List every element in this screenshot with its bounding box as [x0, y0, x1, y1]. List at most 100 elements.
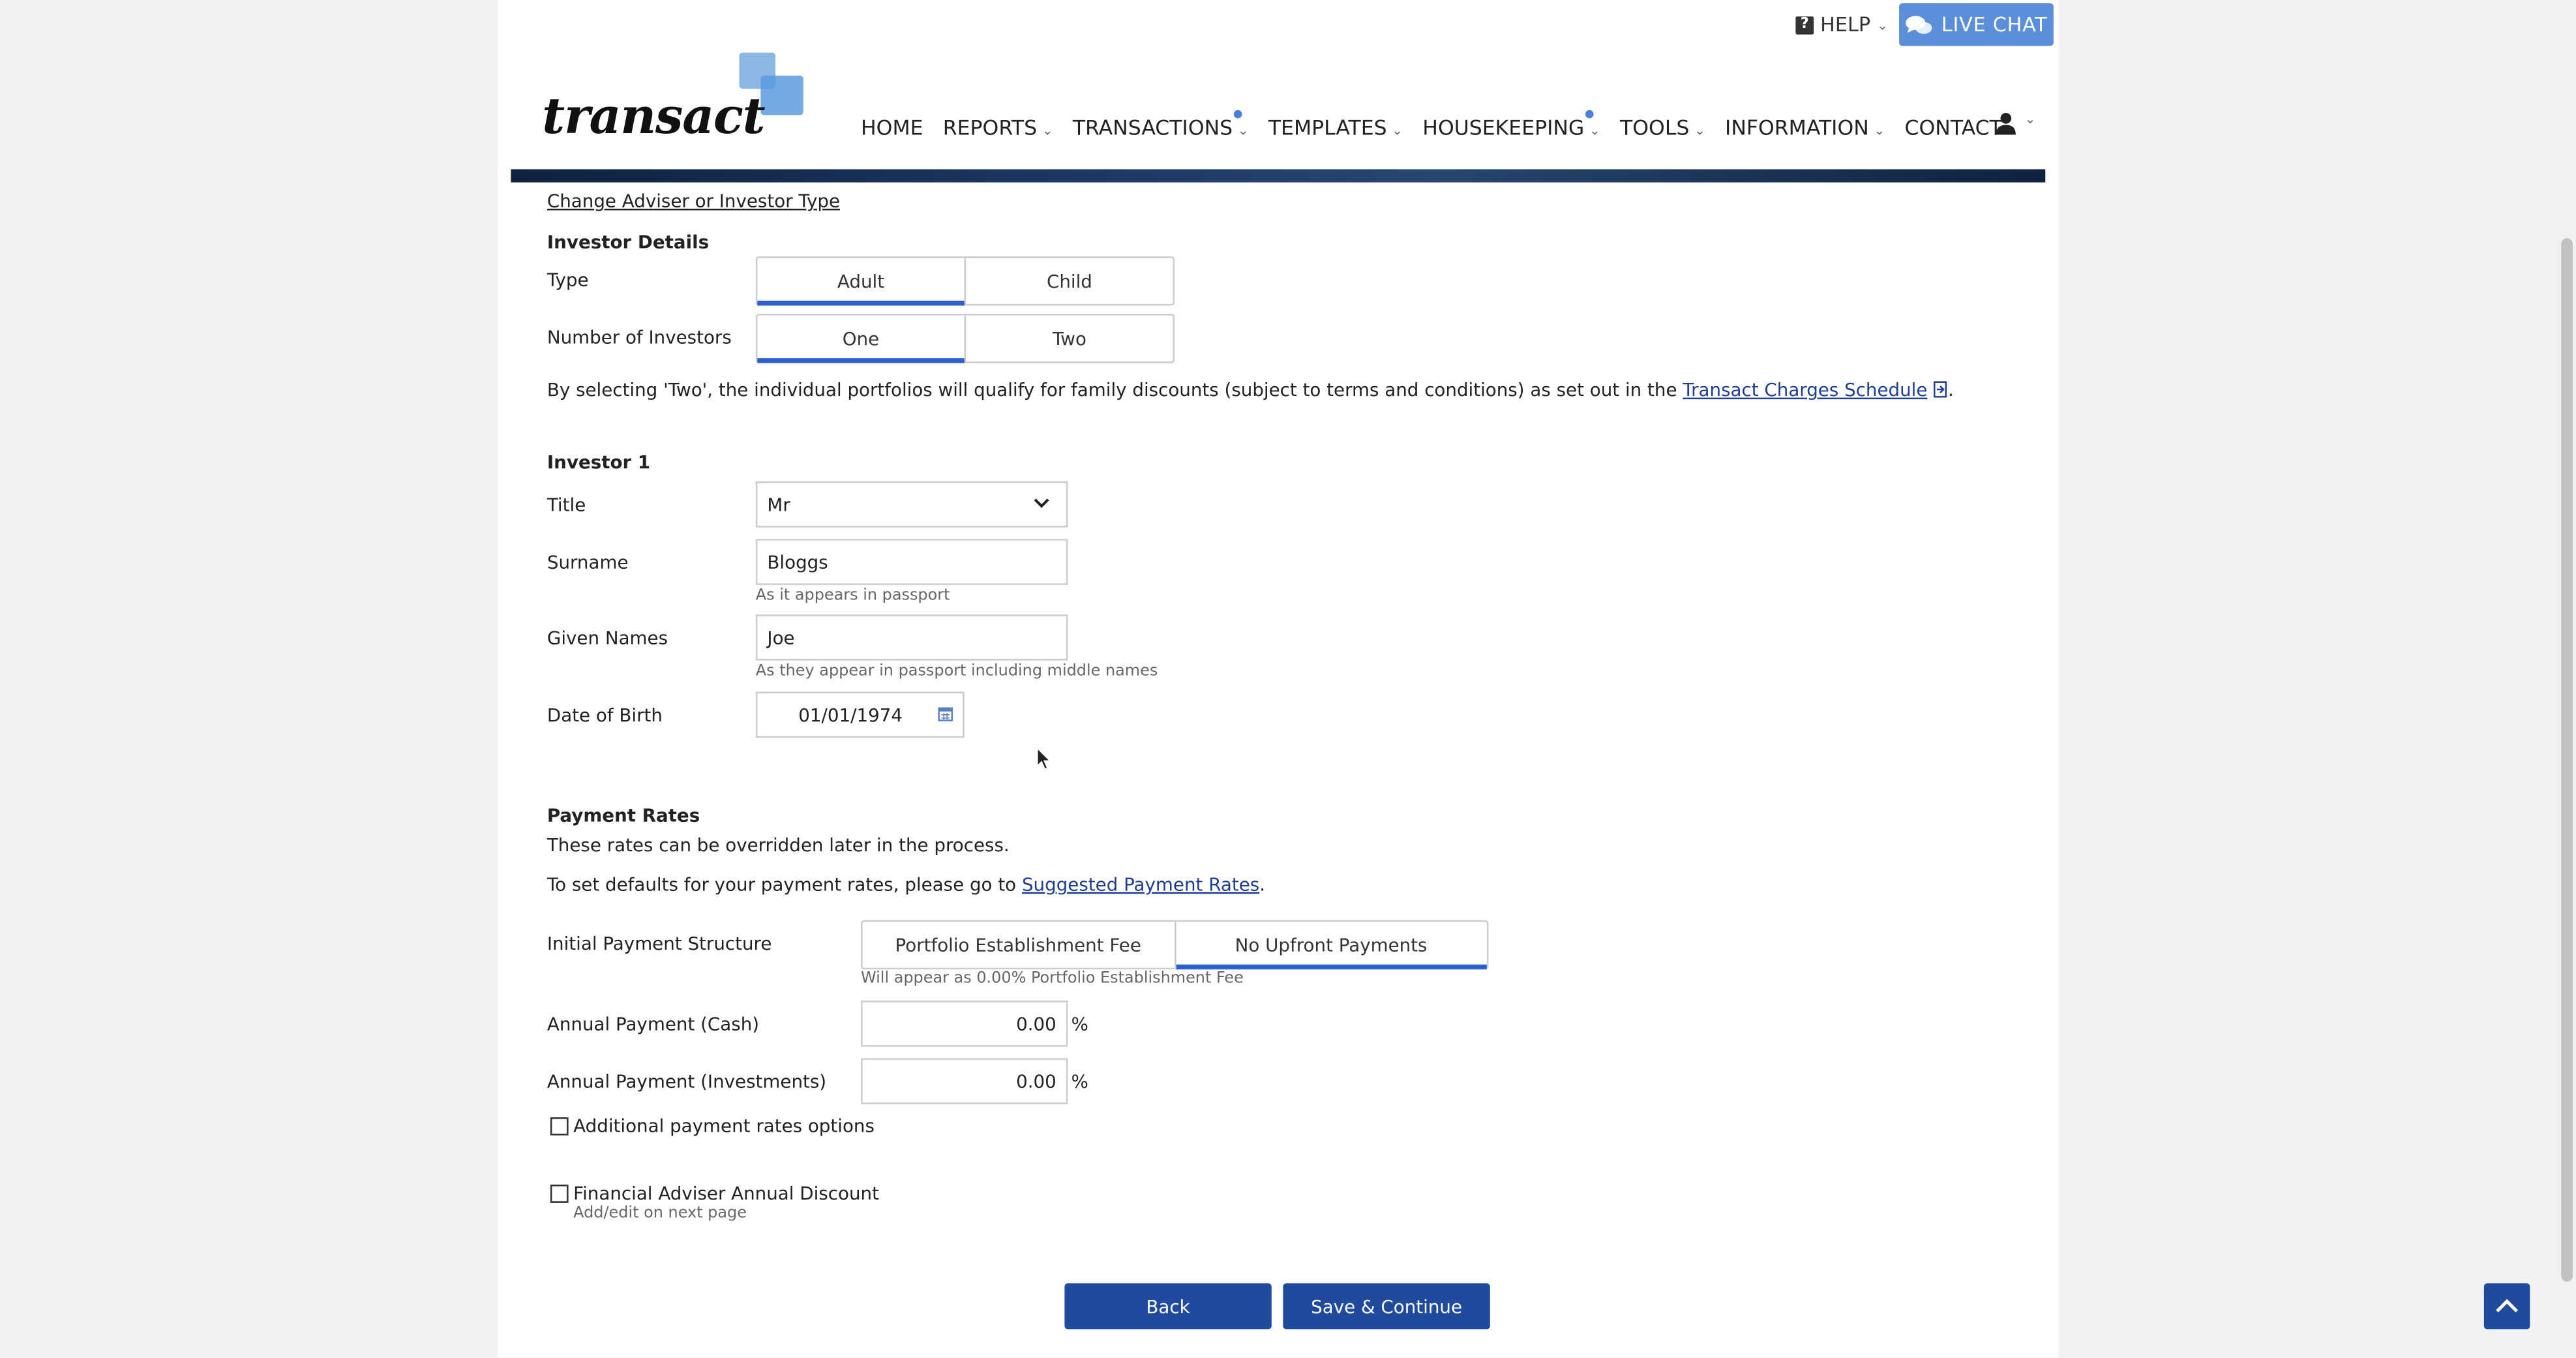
- given-names-input[interactable]: Joe: [755, 614, 1068, 661]
- chevron-down-icon: ⌄: [1874, 123, 1885, 138]
- nav-item-label: REPORTS: [942, 115, 1038, 140]
- payment-rates-note: These rates can be overridden later in t…: [547, 834, 1010, 856]
- initial-payment-structure-label: Initial Payment Structure: [547, 933, 772, 955]
- payment-rates-heading: Payment Rates: [547, 805, 700, 827]
- percent-sign: %: [1071, 1014, 1088, 1036]
- surname-hint: As it appears in passport: [755, 586, 950, 605]
- family-discount-note: By selecting 'Two', the individual portf…: [547, 379, 1954, 401]
- user-icon: [1996, 113, 2016, 135]
- main-nav: HOME REPORTS ⌄ TRANSACTIONS ⌄ TEMPLATES ⌄ HOUSE…: [861, 110, 2038, 140]
- annual-payment-cash-input[interactable]: 0.00: [861, 1001, 1068, 1047]
- title-label: Title: [547, 494, 586, 516]
- annual-payment-cash-label: Annual Payment (Cash): [547, 1014, 760, 1036]
- header-banner: [511, 169, 2046, 183]
- fa-discount-label[interactable]: Financial Adviser Annual Discount: [573, 1183, 879, 1205]
- type-option-child[interactable]: Child: [966, 258, 1173, 304]
- live-chat-button[interactable]: LIVE CHAT: [1899, 3, 2054, 46]
- charges-schedule-link[interactable]: Transact Charges Schedule: [1683, 380, 1927, 401]
- suggested-payment-rates-link[interactable]: Suggested Payment Rates: [1022, 874, 1259, 896]
- help-icon: ?: [1795, 15, 1814, 34]
- surname-input[interactable]: Bloggs: [755, 539, 1068, 585]
- investor-details-heading: Investor Details: [547, 232, 710, 253]
- family-discount-text: By selecting 'Two', the individual portf…: [547, 379, 1677, 401]
- chevron-down-icon: ⌄: [1392, 123, 1403, 138]
- nav-item-information[interactable]: INFORMATION ⌄: [1725, 115, 1885, 140]
- option-portfolio-establishment-fee[interactable]: Portfolio Establishment Fee: [863, 922, 1176, 968]
- number-of-investors-label: Number of Investors: [547, 327, 732, 349]
- fa-discount-hint: Add/edit on next page: [573, 1204, 747, 1223]
- percent-sign: %: [1071, 1071, 1088, 1093]
- type-label: Type: [547, 269, 589, 291]
- chevron-up-icon: [2496, 1299, 2519, 1313]
- nav-item-label: TEMPLATES: [1268, 115, 1387, 140]
- initial-payment-structure-selector: Portfolio Establishment Fee No Upfront P…: [861, 920, 1489, 970]
- notification-dot-icon: [1585, 110, 1594, 119]
- number-of-investors-selector: One Two: [755, 314, 1175, 363]
- chevron-down-icon: [1034, 498, 1049, 508]
- chevron-down-icon: ⌄: [1237, 123, 1249, 138]
- help-label: HELP: [1820, 13, 1871, 37]
- scrollbar-thumb[interactable]: [2561, 238, 2573, 1282]
- given-names-input-value: Joe: [767, 627, 795, 648]
- payment-defaults-note: To set defaults for your payment rates, …: [547, 874, 1266, 896]
- nav-item-label: CONTACT: [1904, 115, 2002, 140]
- given-names-label: Given Names: [547, 627, 668, 650]
- nav-item-label: HOME: [861, 115, 923, 140]
- change-adviser-link[interactable]: Change Adviser or Investor Type: [547, 190, 840, 212]
- nav-item-home[interactable]: HOME: [861, 115, 923, 140]
- investor-1-heading: Investor 1: [547, 451, 651, 474]
- title-select-value: Mr: [767, 493, 790, 515]
- scroll-to-top-button[interactable]: [2483, 1283, 2530, 1329]
- stage: ? HELP ⌄ LIVE CHAT transact HOME REPORTS ⌄…: [0, 0, 2576, 1357]
- back-button[interactable]: Back: [1064, 1283, 1272, 1329]
- annual-payment-cash-value: 0.00: [1016, 1013, 1056, 1034]
- mouse-cursor-icon: [1037, 747, 1051, 770]
- date-of-birth-value: 01/01/1974: [798, 704, 903, 726]
- surname-input-value: Bloggs: [767, 551, 828, 573]
- page-scrollbar[interactable]: [2556, 0, 2576, 1357]
- nav-item-templates[interactable]: TEMPLATES ⌄: [1268, 115, 1403, 140]
- date-of-birth-label: Date of Birth: [547, 704, 663, 727]
- chevron-down-icon: ⌄: [1041, 123, 1053, 138]
- chevron-down-icon: ⌄: [2024, 112, 2036, 127]
- save-continue-button[interactable]: Save & Continue: [1283, 1283, 1490, 1329]
- investors-option-one[interactable]: One: [757, 315, 966, 363]
- notification-dot-icon: [1233, 110, 1242, 119]
- annual-payment-investments-input[interactable]: 0.00: [861, 1058, 1068, 1104]
- nav-item-label: TOOLS: [1620, 115, 1690, 140]
- nav-item-label: INFORMATION: [1725, 115, 1869, 140]
- calendar-icon[interactable]: [938, 706, 953, 721]
- type-option-adult[interactable]: Adult: [757, 258, 966, 306]
- chevron-down-icon: ⌄: [1877, 17, 1889, 33]
- user-menu[interactable]: ⌄: [1994, 112, 2036, 141]
- additional-options-label[interactable]: Additional payment rates options: [573, 1115, 875, 1137]
- nav-item-tools[interactable]: TOOLS ⌄: [1620, 115, 1705, 140]
- surname-label: Surname: [547, 552, 629, 574]
- nav-item-reports[interactable]: REPORTS ⌄: [943, 115, 1053, 140]
- live-chat-label: LIVE CHAT: [1941, 13, 2048, 37]
- payment-defaults-text: To set defaults for your payment rates, …: [547, 874, 1017, 896]
- nav-item-label: HOUSEKEEPING: [1422, 115, 1585, 140]
- logo-square-dark: [760, 75, 803, 115]
- logo-wordmark: transact: [542, 89, 765, 147]
- chevron-down-icon: ⌄: [1589, 123, 1600, 138]
- option-no-upfront-payments[interactable]: No Upfront Payments: [1175, 922, 1486, 970]
- annual-payment-investments-value: 0.00: [1016, 1070, 1056, 1092]
- additional-options-checkbox[interactable]: [550, 1117, 569, 1136]
- nav-item-transactions[interactable]: TRANSACTIONS ⌄: [1072, 110, 1249, 140]
- date-of-birth-input[interactable]: 01/01/1974: [755, 691, 965, 738]
- external-document-icon[interactable]: [1933, 381, 1948, 398]
- nav-item-label: TRANSACTIONS: [1072, 115, 1233, 140]
- nav-item-housekeeping[interactable]: HOUSEKEEPING ⌄: [1422, 110, 1600, 140]
- fa-discount-checkbox[interactable]: [550, 1184, 569, 1203]
- title-select[interactable]: Mr: [755, 481, 1068, 528]
- investors-option-two[interactable]: Two: [966, 316, 1173, 362]
- annual-payment-investments-label: Annual Payment (Investments): [547, 1071, 827, 1093]
- chat-bubbles-icon: [1905, 15, 1932, 33]
- given-names-hint: As they appear in passport including mid…: [755, 662, 1158, 680]
- transact-logo[interactable]: transact: [542, 52, 808, 147]
- type-selector: Adult Child: [755, 256, 1175, 306]
- initial-payment-hint: Will appear as 0.00% Portfolio Establish…: [861, 969, 1244, 988]
- chevron-down-icon: ⌄: [1694, 123, 1705, 138]
- help-menu[interactable]: ? HELP ⌄: [1795, 13, 1888, 36]
